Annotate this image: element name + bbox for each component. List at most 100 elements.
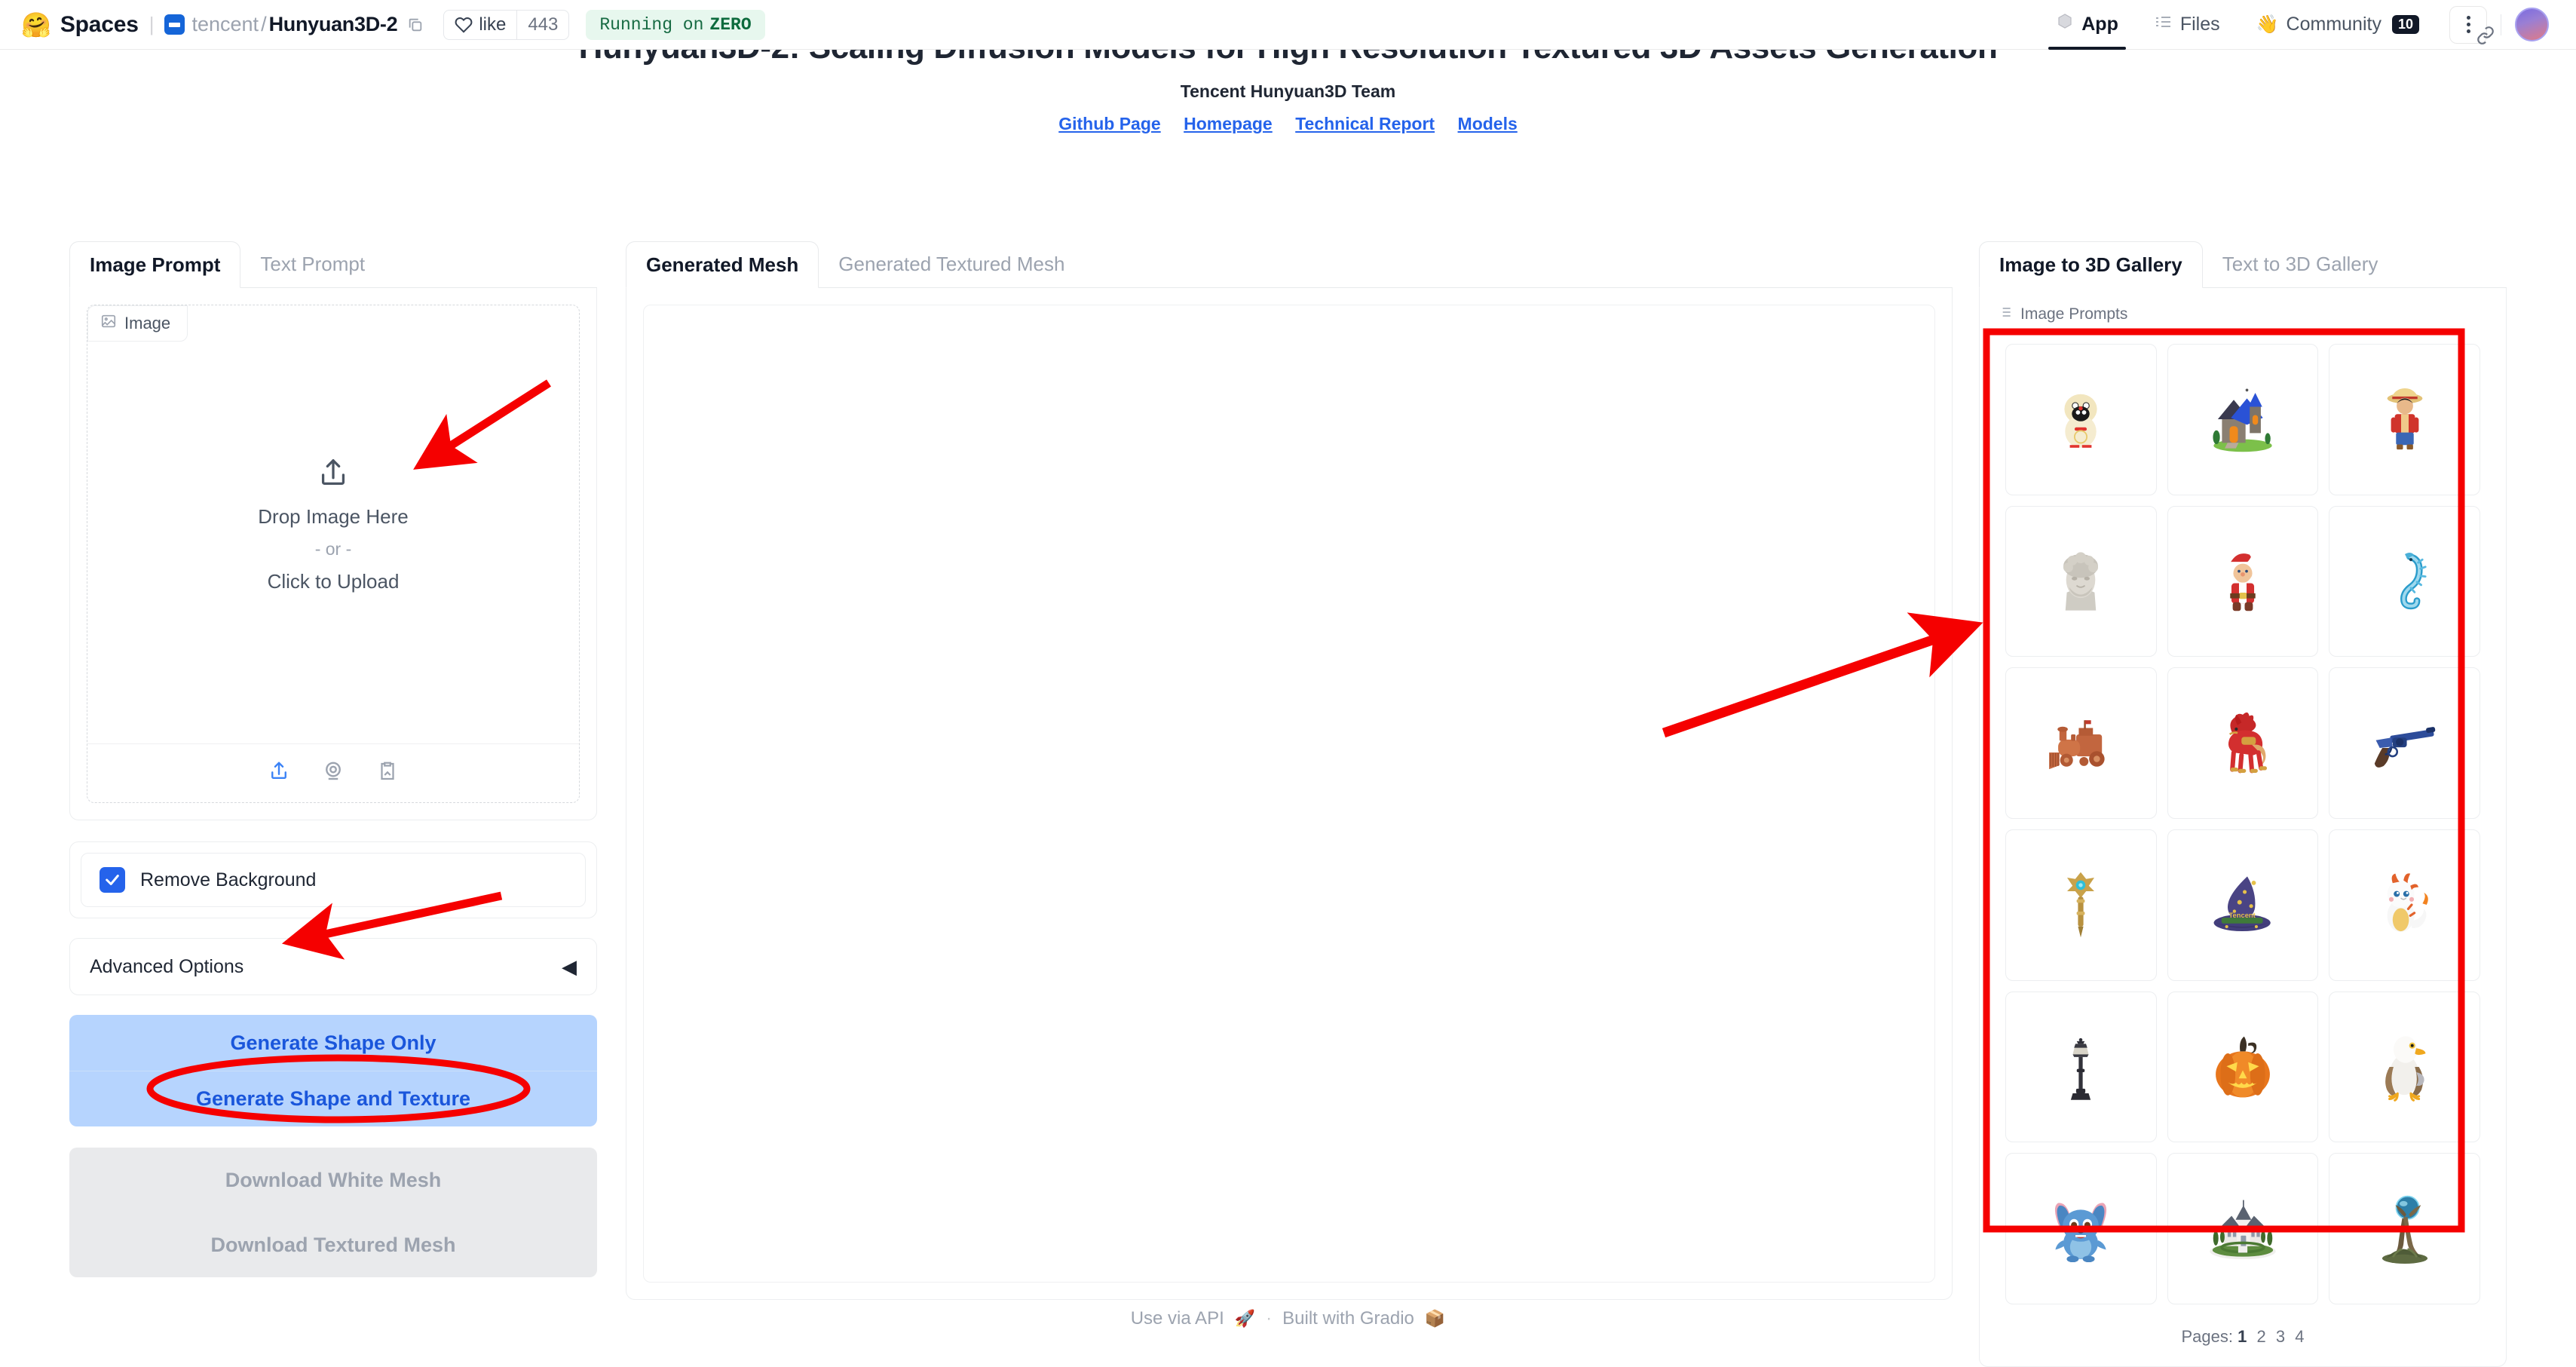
like-button-group[interactable]: like 443 bbox=[443, 9, 570, 40]
left-column: Image Prompt Text Prompt Image Drop Imag… bbox=[69, 241, 597, 1277]
gallery-thumb-white-chateau-mansion[interactable] bbox=[2167, 1153, 2319, 1305]
tab-generated-mesh[interactable]: Generated Mesh bbox=[626, 241, 819, 288]
tab-files[interactable]: Files bbox=[2136, 0, 2238, 50]
repo-name[interactable]: Hunyuan3D-2 bbox=[269, 13, 398, 36]
tencent-org-icon[interactable] bbox=[164, 14, 185, 35]
image-chip-label: Image bbox=[124, 314, 171, 333]
running-prefix: Running on bbox=[599, 14, 704, 35]
gallery-thumb-ornate-gem-scepter[interactable] bbox=[2005, 829, 2157, 981]
gallery-thumb-steam-locomotive[interactable] bbox=[2005, 667, 2157, 819]
tab-app-label: App bbox=[2081, 14, 2118, 35]
gallery-thumb-blue-alien-creature[interactable] bbox=[2005, 1153, 2157, 1305]
gallery-thumb-tencent-wizard-hat[interactable]: Tencent bbox=[2167, 829, 2319, 981]
generate-shape-and-texture-button[interactable]: Generate Shape and Texture bbox=[69, 1071, 597, 1126]
community-count-badge: 10 bbox=[2391, 15, 2419, 34]
gallery-thumb-blue-revolver[interactable] bbox=[2329, 667, 2480, 820]
mesh-viewport[interactable] bbox=[643, 305, 1935, 1283]
link-models[interactable]: Models bbox=[1458, 114, 1518, 133]
download-textured-mesh-button[interactable]: Download Textured Mesh bbox=[69, 1212, 597, 1277]
list-icon bbox=[1998, 305, 2013, 324]
tab-text-prompt[interactable]: Text Prompt bbox=[240, 241, 384, 287]
gallery-thumb-red-armored-horse[interactable] bbox=[2167, 667, 2319, 820]
link-github-page[interactable]: Github Page bbox=[1058, 114, 1160, 133]
generate-shape-only-button[interactable]: Generate Shape Only bbox=[69, 1015, 597, 1071]
gallery-thumb-white-baby-dragon[interactable] bbox=[2329, 829, 2480, 981]
path-slash: / bbox=[261, 13, 267, 35]
kebab-menu-icon bbox=[2466, 16, 2470, 33]
header-links: Github Page Homepage Technical Report Mo… bbox=[0, 114, 2576, 134]
top-nav-right: App Files 👋 Community 10 bbox=[2038, 0, 2555, 50]
gallery-thumb-street-lamp-post[interactable] bbox=[2005, 991, 2157, 1143]
tab-image-to-3d-gallery[interactable]: Image to 3D Gallery bbox=[1979, 241, 2203, 288]
click-to-upload-text[interactable]: Click to Upload bbox=[268, 570, 400, 593]
link-homepage[interactable]: Homepage bbox=[1184, 114, 1273, 133]
footer-separator: · bbox=[1266, 1308, 1273, 1329]
wave-hand-icon: 👋 bbox=[2256, 14, 2279, 35]
dropzone-body[interactable]: Drop Image Here - or - Click to Upload bbox=[87, 305, 579, 743]
gallery-pagination: Pages: 1 2 3 4 bbox=[1995, 1327, 2491, 1347]
org-name[interactable]: tencent bbox=[191, 13, 259, 36]
advanced-options-label: Advanced Options bbox=[90, 955, 244, 977]
gallery-thumb-plush-mascot-chick[interactable] bbox=[2005, 344, 2157, 495]
webcam-icon[interactable] bbox=[322, 760, 345, 786]
tab-files-label: Files bbox=[2179, 14, 2220, 35]
generated-mesh-card bbox=[626, 288, 1953, 1300]
remove-background-label: Remove Background bbox=[140, 869, 317, 890]
page-1[interactable]: 1 bbox=[2238, 1327, 2247, 1346]
gallery-thumb-blue-seahorse[interactable] bbox=[2329, 505, 2480, 657]
advanced-options-accordion[interactable]: Advanced Options ◀ bbox=[69, 938, 597, 995]
footer: Use via API 🚀 · Built with Gradio 📦 bbox=[0, 1308, 2576, 1329]
download-white-mesh-button[interactable]: Download White Mesh bbox=[69, 1148, 597, 1212]
tab-community-label: Community bbox=[2286, 14, 2381, 35]
gallery-grid: Tencent bbox=[1995, 333, 2491, 1315]
cube-icon bbox=[2056, 13, 2074, 36]
pages-label: Pages: bbox=[2181, 1327, 2234, 1347]
tab-generated-textured-mesh[interactable]: Generated Textured Mesh bbox=[819, 241, 1084, 287]
like-button[interactable]: like bbox=[444, 11, 516, 39]
download-button-group: Download White Mesh Download Textured Me… bbox=[69, 1148, 597, 1277]
hugging-face-icon[interactable]: 🤗 bbox=[21, 13, 51, 37]
more-options-button[interactable] bbox=[2449, 5, 2494, 44]
use-via-api-link[interactable]: Use via API bbox=[1131, 1308, 1224, 1329]
remove-background-row[interactable]: Remove Background bbox=[81, 853, 586, 907]
generate-button-group: Generate Shape Only Generate Shape and T… bbox=[69, 1015, 597, 1126]
gallery-thumb-straw-hat-pirate-figure[interactable] bbox=[2329, 344, 2480, 495]
upload-tool-icon[interactable] bbox=[268, 760, 290, 786]
gallery-thumb-blue-roof-cottage[interactable] bbox=[2167, 344, 2319, 495]
like-label: like bbox=[479, 14, 507, 35]
mesh-tabs: Generated Mesh Generated Textured Mesh bbox=[626, 241, 1953, 288]
link-icon[interactable] bbox=[2476, 26, 2495, 49]
image-chip: Image bbox=[87, 305, 188, 342]
remove-background-checkbox[interactable] bbox=[100, 867, 125, 893]
checkmark-icon bbox=[106, 875, 119, 885]
gallery-thumb-marble-bust-statue[interactable] bbox=[2005, 505, 2157, 657]
tab-text-to-3d-gallery[interactable]: Text to 3D Gallery bbox=[2203, 241, 2398, 287]
tab-community[interactable]: 👋 Community 10 bbox=[2238, 0, 2437, 50]
gallery-card: Image Prompts Tencent Pages: 1 2 3 4 bbox=[1979, 288, 2507, 1367]
dropzone-toolbar bbox=[87, 743, 579, 802]
page-3[interactable]: 3 bbox=[2276, 1327, 2285, 1346]
remove-background-card: Remove Background bbox=[69, 841, 597, 918]
copy-icon[interactable] bbox=[407, 17, 424, 33]
link-technical-report[interactable]: Technical Report bbox=[1295, 114, 1435, 133]
page-4[interactable]: 4 bbox=[2295, 1327, 2304, 1346]
files-icon bbox=[2155, 13, 2173, 36]
gallery-thumb-santa-claus-figure[interactable] bbox=[2167, 505, 2319, 657]
tab-app[interactable]: App bbox=[2038, 0, 2136, 50]
upload-icon bbox=[316, 456, 351, 495]
gallery-thumb-orb-tree[interactable] bbox=[2329, 1153, 2480, 1305]
avatar[interactable] bbox=[2515, 8, 2549, 41]
tab-image-prompt[interactable]: Image Prompt bbox=[69, 241, 241, 288]
drop-image-text: Drop Image Here bbox=[258, 504, 409, 528]
gallery-thumb-jack-o-lantern-pumpkin[interactable] bbox=[2167, 991, 2319, 1143]
page-subtitle: Tencent Hunyuan3D Team bbox=[1180, 81, 1396, 101]
image-dropzone[interactable]: Image Drop Image Here - or - Click to Up… bbox=[87, 305, 580, 803]
gradio-logo-icon: 📦 bbox=[1424, 1309, 1446, 1328]
rocket-icon: 🚀 bbox=[1234, 1309, 1256, 1328]
gallery-thumb-eagle-knight-bird[interactable] bbox=[2329, 991, 2480, 1143]
page-2[interactable]: 2 bbox=[2257, 1327, 2266, 1346]
built-with-gradio-link[interactable]: Built with Gradio bbox=[1282, 1308, 1414, 1329]
chevron-left-icon[interactable]: ◀ bbox=[562, 955, 577, 979]
clipboard-image-icon[interactable] bbox=[376, 760, 399, 786]
spaces-label[interactable]: Spaces bbox=[60, 12, 139, 38]
